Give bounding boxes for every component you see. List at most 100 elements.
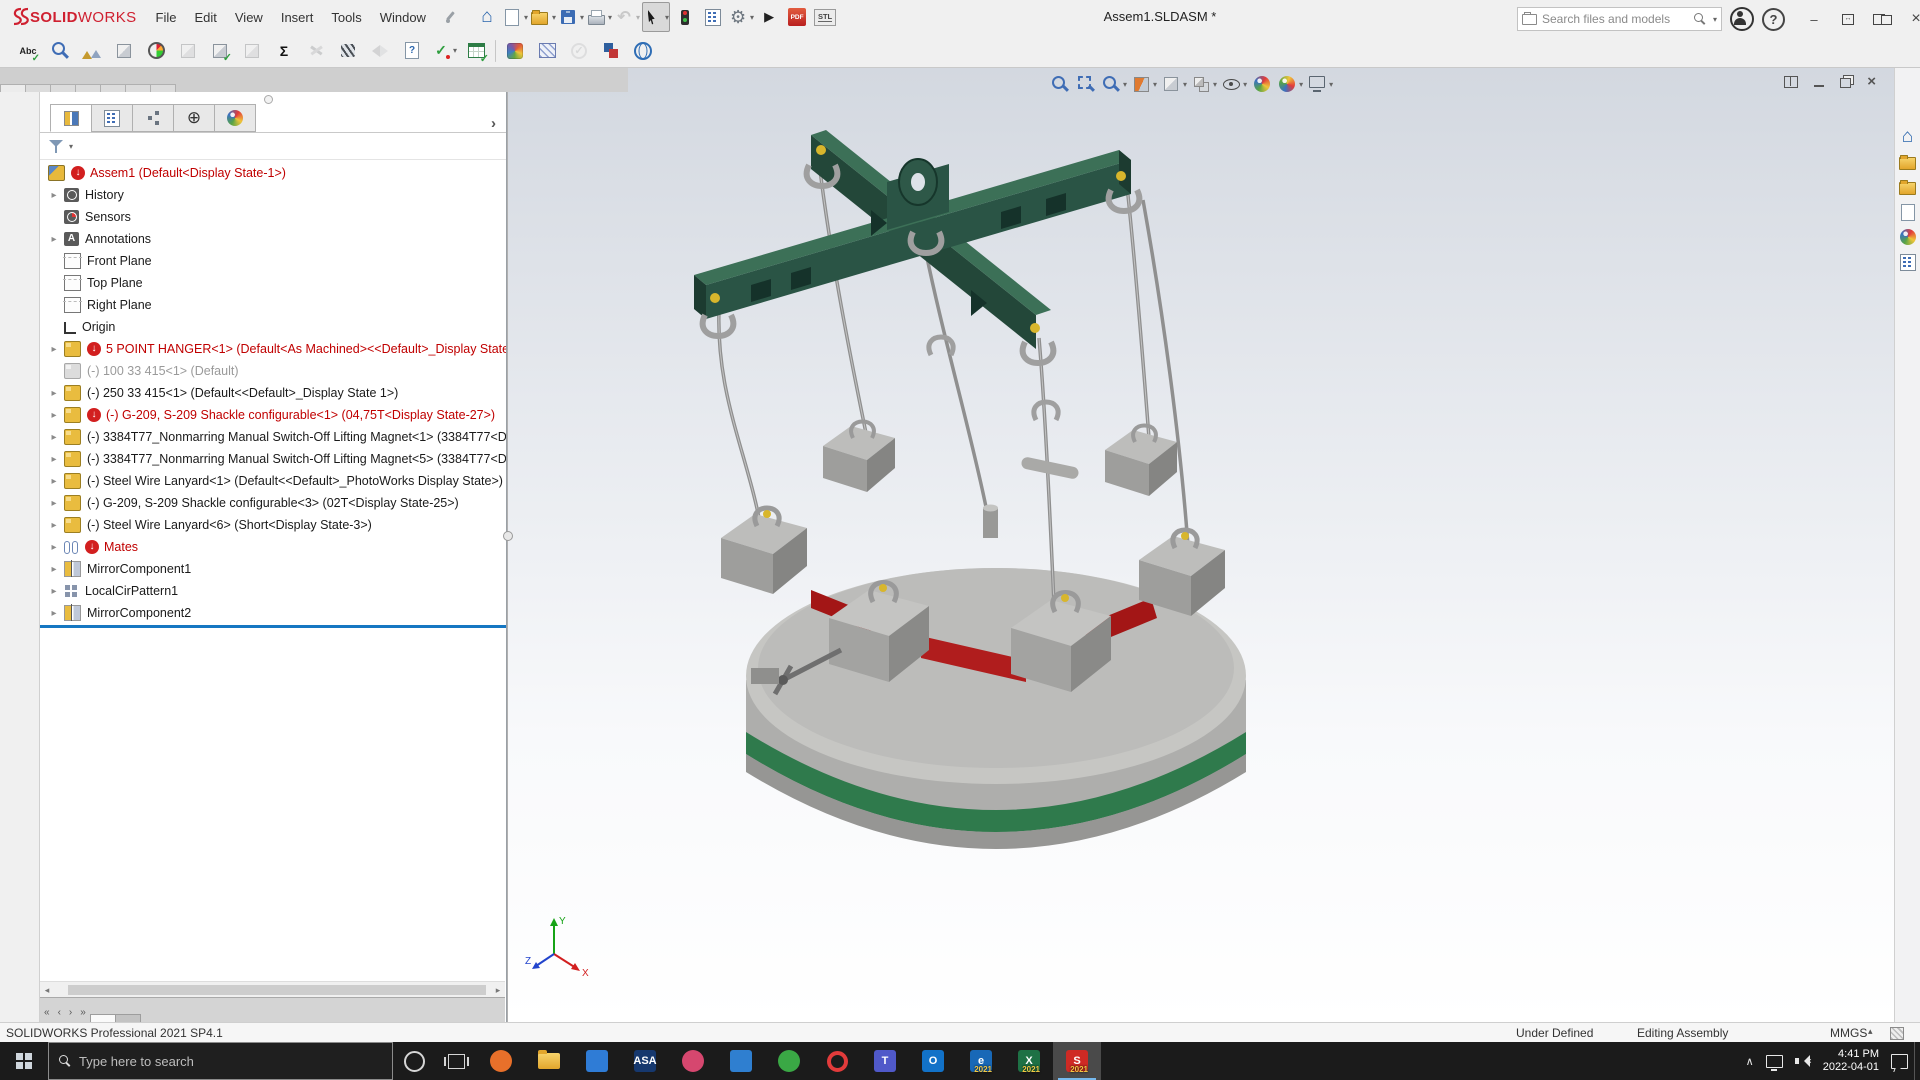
restore-button[interactable]: [1865, 6, 1899, 32]
design-checker-button[interactable]: ▾: [47, 37, 73, 65]
save-as-pdf-button[interactable]: PDF ▾: [784, 3, 810, 31]
tree-item-100-33-415[interactable]: ▸ ↓ (-) 100 33 415<1> (Default): [40, 360, 506, 382]
geometry-analysis-button[interactable]: ▾: [239, 37, 265, 65]
user-account-icon[interactable]: [1730, 7, 1754, 31]
dock-tool-4[interactable]: [10, 183, 30, 203]
compare-documents-button[interactable]: ▾: [598, 37, 624, 65]
units-dropdown-icon[interactable]: ▴: [1868, 1026, 1873, 1037]
home-button[interactable]: ▾: [474, 3, 500, 31]
task-view-button[interactable]: [435, 1042, 477, 1080]
volume-muted-icon[interactable]: ×: [1789, 1042, 1817, 1080]
menu-item[interactable]: Window: [371, 10, 435, 25]
tree-item-lifting-magnet-1[interactable]: ▸ ↓ (-) 3384T77_Nonmarring Manual Switch…: [40, 426, 506, 448]
propertymanager-tab[interactable]: [91, 104, 133, 132]
view-settings-button[interactable]: ▾: [1307, 72, 1333, 96]
taskbar-clock[interactable]: 4:41 PM 2022-04-01: [1817, 1048, 1885, 1074]
tree-horizontal-scrollbar[interactable]: ◂▸: [40, 981, 505, 998]
dock-tool-12[interactable]: [10, 399, 30, 419]
edit-appearance-button[interactable]: ▾: [1251, 72, 1273, 96]
tab-sketch[interactable]: [50, 84, 76, 92]
tree-item-assem1[interactable]: ▸ ↓ Assem1 (Default<Display State-1>): [40, 162, 506, 184]
approve-button[interactable]: ▾: [566, 37, 592, 65]
tree-item-localcirpattern1[interactable]: ▸ ↓ LocalCirPattern1: [40, 580, 506, 602]
displaymanager-tab[interactable]: [214, 104, 256, 132]
3dexperience-button[interactable]: ▾: [630, 37, 656, 65]
performance-evaluation-button[interactable]: ▾: [143, 37, 169, 65]
play-macro-button[interactable]: ▾: [756, 3, 782, 31]
tree-item-mirrorcomponent1[interactable]: ▸ ↓ MirrorComponent1: [40, 558, 506, 580]
tab-assembly[interactable]: [0, 84, 26, 92]
action-center-icon[interactable]: [1885, 1042, 1914, 1080]
dock-tool-10[interactable]: [10, 345, 30, 365]
tab-nav-button[interactable]: ‹: [54, 1007, 65, 1022]
panel-viewport-splitter-handle[interactable]: [503, 531, 513, 541]
show-desktop-button[interactable]: [1914, 1042, 1920, 1080]
close-button[interactable]: ×: [1899, 6, 1920, 32]
menu-item[interactable]: Insert: [272, 10, 323, 25]
curvature-display-button[interactable]: ▾: [335, 37, 361, 65]
expand-arrow-icon[interactable]: ▸: [51, 586, 56, 597]
verification-button[interactable]: ▾: [431, 37, 457, 65]
arrange-windows-button[interactable]: ↔: [1831, 6, 1865, 32]
tree-item-origin[interactable]: ▸ ↓ Origin: [40, 316, 506, 338]
panel-expand-arrow[interactable]: ›: [491, 115, 496, 132]
taskbar-search-box[interactable]: Type here to search: [48, 1042, 393, 1080]
zoom-fit-button[interactable]: ▾: [1049, 72, 1071, 96]
appearances-tab[interactable]: [1897, 226, 1919, 248]
start-button[interactable]: [0, 1042, 48, 1080]
menu-item[interactable]: Edit: [185, 10, 225, 25]
expand-arrow-icon[interactable]: ▸: [51, 476, 56, 487]
open-button[interactable]: ▾: [530, 3, 556, 31]
dock-tool-8[interactable]: [10, 291, 30, 311]
motion-study-tab[interactable]: [115, 1014, 141, 1022]
file-explorer-tab[interactable]: [1897, 176, 1919, 198]
restore-document-icon[interactable]: [1840, 78, 1851, 88]
menu-item[interactable]: File: [147, 10, 186, 25]
tree-item-250-33-415[interactable]: ▸ ↓ (-) 250 33 415<1> (Default<<Default>…: [40, 382, 506, 404]
rebuild-button[interactable]: ▾: [672, 3, 698, 31]
tray-expand-icon[interactable]: ∧: [1740, 1042, 1760, 1080]
display-style-button[interactable]: ▾: [1191, 72, 1217, 96]
search-icon[interactable]: [1694, 13, 1706, 25]
minimize-button[interactable]: –: [1797, 6, 1831, 32]
tree-item-sensors[interactable]: ▸ ↓ Sensors: [40, 206, 506, 228]
help-icon[interactable]: ?: [1762, 8, 1785, 31]
app-green[interactable]: [765, 1042, 813, 1080]
expand-arrow-icon[interactable]: ▸: [51, 564, 56, 575]
tree-item-history[interactable]: ▸ ↓ History: [40, 184, 506, 206]
expand-arrow-icon[interactable]: ▸: [51, 498, 56, 509]
tree-item-annotations[interactable]: ▸ ↓ Annotations: [40, 228, 506, 250]
split-pane-icon[interactable]: [1784, 76, 1798, 88]
save-button[interactable]: ▾: [558, 3, 584, 31]
close-document-icon[interactable]: ×: [1867, 77, 1876, 87]
status-tag-icon[interactable]: [1890, 1027, 1904, 1040]
tab-sketch-ink[interactable]: [75, 84, 101, 92]
app-firefox[interactable]: [477, 1042, 525, 1080]
mass-properties-button[interactable]: ▾: [79, 37, 105, 65]
app-file-explorer[interactable]: [525, 1042, 573, 1080]
menu-item[interactable]: View: [226, 10, 272, 25]
new-document-button[interactable]: ▾: [502, 3, 528, 31]
tab-nav-button[interactable]: ›: [65, 1007, 76, 1022]
tab-layout[interactable]: [25, 84, 51, 92]
equations-button[interactable]: Σ ▾: [271, 37, 297, 65]
tree-item-g209-shackle-1[interactable]: ▸ ↓ (-) G-209, S-209 Shackle configurabl…: [40, 404, 506, 426]
view-orientation-button[interactable]: ▾: [1161, 72, 1187, 96]
design-library-tab[interactable]: [1897, 151, 1919, 173]
app-edrawings[interactable]: e2021: [957, 1042, 1005, 1080]
apply-scene-button[interactable]: ▾: [1277, 72, 1303, 96]
scrollbar-thumb[interactable]: [68, 985, 486, 995]
previous-view-button[interactable]: ▾: [1101, 72, 1127, 96]
configurationmanager-tab[interactable]: [132, 104, 174, 132]
tree-item-mirrorcomponent2[interactable]: ▸ ↓ MirrorComponent2: [40, 602, 506, 624]
expand-arrow-icon[interactable]: ▸: [51, 190, 56, 201]
dock-tool-3[interactable]: [10, 156, 30, 176]
app-pink[interactable]: [669, 1042, 717, 1080]
app-solidworks[interactable]: S2021: [1053, 1042, 1101, 1080]
expand-arrow-icon[interactable]: ▸: [51, 388, 56, 399]
tree-item-top-plane[interactable]: ▸ ↓ Top Plane: [40, 272, 506, 294]
filter-icon[interactable]: [48, 138, 64, 154]
expand-arrow-icon[interactable]: ▸: [51, 234, 56, 245]
graphics-viewport[interactable]: ▾ ▾ ▾ ▾ ▾ ▾ ▾ ▾: [507, 68, 1920, 1022]
app-outlook[interactable]: O: [909, 1042, 957, 1080]
